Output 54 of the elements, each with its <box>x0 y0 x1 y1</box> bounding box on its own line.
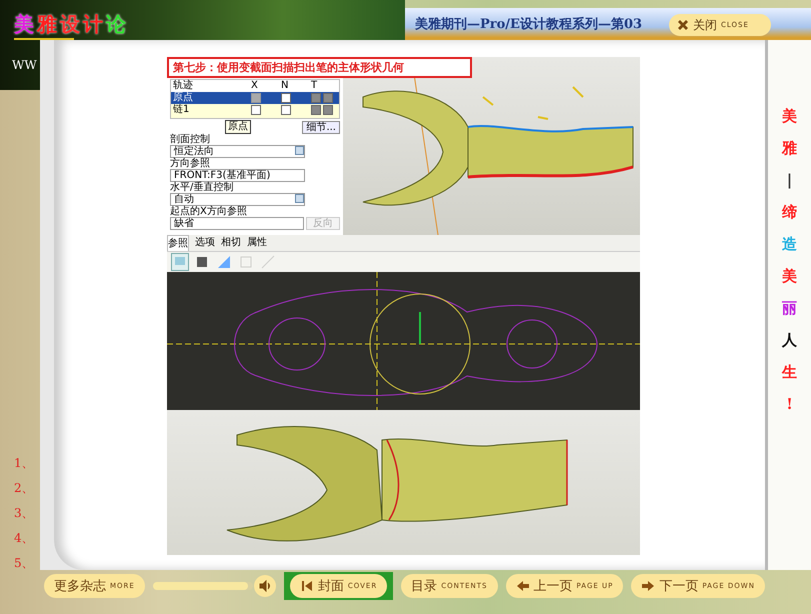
arrow-icon <box>641 579 656 593</box>
step-heading: 第七步：使用变截面扫描扫出笔的主体形状几何 <box>167 57 472 78</box>
logo-character: 计 <box>83 12 103 36</box>
dropdown[interactable]: 自动 <box>170 193 305 206</box>
dropdown[interactable]: 恒定法向 <box>170 145 305 158</box>
checkbox[interactable] <box>251 105 261 115</box>
site-url: WW <box>12 58 37 72</box>
column-header: T <box>311 80 318 92</box>
slogan-character: 缔 <box>782 202 797 223</box>
checkbox[interactable] <box>323 105 333 115</box>
slogan-character: 雅 <box>782 138 797 159</box>
slogan-character: 造 <box>782 234 797 255</box>
logo-character: 雅 <box>37 12 57 36</box>
slogan-character: | <box>786 170 792 191</box>
field-label: 剖面控制 <box>170 134 210 145</box>
column-header: X <box>251 80 259 92</box>
slogan-character: ! <box>786 394 793 415</box>
slogan-character: 丽 <box>782 298 797 319</box>
speaker-icon <box>258 580 271 592</box>
slogan-character: 美 <box>782 106 797 127</box>
field-label: 起点的X方向参照 <box>170 206 247 217</box>
checkbox[interactable] <box>311 93 321 103</box>
square-icon <box>238 254 254 270</box>
logo-character: 设 <box>60 12 80 36</box>
field-label: 方向参照 <box>170 158 210 169</box>
tab[interactable]: 选项 <box>195 235 215 251</box>
skip-back-icon <box>300 579 314 593</box>
checkbox[interactable] <box>323 93 333 103</box>
checkbox[interactable] <box>281 105 291 115</box>
tooltip: 原点 <box>225 120 251 134</box>
checkbox[interactable] <box>281 93 291 103</box>
slogan-character: 生 <box>782 362 797 383</box>
close-icon <box>677 19 689 31</box>
trajectory-row[interactable]: 原点 <box>171 92 339 104</box>
speaker-button[interactable] <box>254 575 276 597</box>
column-header: 轨迹 <box>173 80 194 92</box>
slogan-character: 人 <box>782 330 797 351</box>
tab[interactable]: 相切 <box>221 235 241 251</box>
field-label: 水平/垂直控制 <box>170 182 234 193</box>
text-field[interactable]: 缺省 <box>170 217 304 230</box>
details-button[interactable]: 细节... <box>302 120 340 134</box>
tab[interactable]: 参照 <box>167 235 189 251</box>
logo-character: 美 <box>14 12 34 36</box>
line-icon <box>260 254 276 270</box>
arrow-icon <box>516 579 530 593</box>
column-header: N <box>281 80 290 92</box>
page-title: 美雅期刊—Pro/E设计教程系列—第03 <box>415 16 642 33</box>
slogan-character: 美 <box>782 266 797 287</box>
triangle-icon <box>216 254 232 270</box>
text-field[interactable]: FRONT:F3(基准平面) <box>170 169 305 182</box>
trajectory-row[interactable]: 链1 <box>171 104 339 116</box>
tab[interactable]: 属性 <box>247 235 267 251</box>
checkbox[interactable] <box>311 105 321 115</box>
logo-character: 论 <box>106 12 126 36</box>
